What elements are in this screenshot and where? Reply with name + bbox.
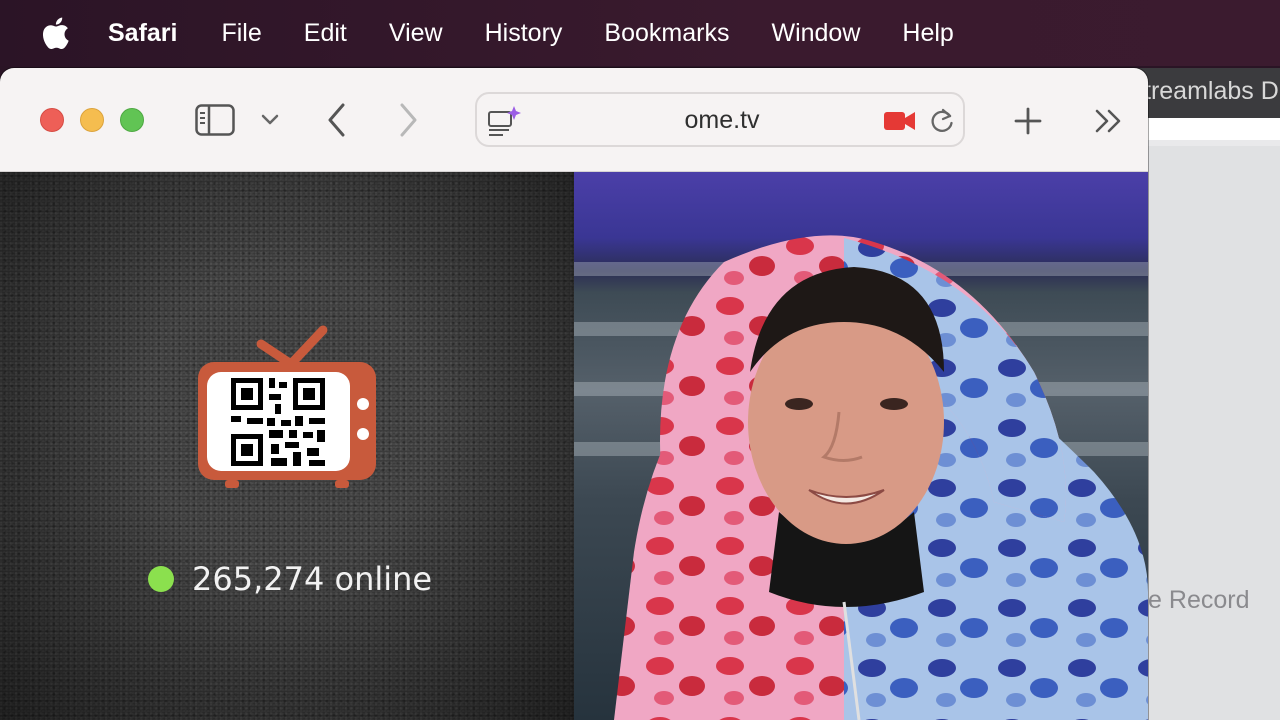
chevron-down-icon[interactable] bbox=[261, 114, 279, 126]
waiting-pane: 265,274 online bbox=[0, 172, 574, 720]
forward-arrow-icon[interactable] bbox=[396, 102, 420, 138]
apple-logo-icon[interactable] bbox=[40, 16, 70, 50]
safari-window: ome.tv 265,274 online bbox=[0, 68, 1148, 720]
new-tab-plus-icon[interactable] bbox=[1014, 107, 1042, 135]
safari-toolbar: ome.tv bbox=[0, 68, 1148, 172]
ometv-tv-logo-icon bbox=[198, 325, 376, 488]
person-in-camo-hoodie bbox=[614, 235, 1148, 720]
menu-bookmarks[interactable]: Bookmarks bbox=[604, 19, 729, 48]
background-window-strip bbox=[1130, 118, 1280, 140]
menu-edit[interactable]: Edit bbox=[304, 19, 347, 48]
reload-icon[interactable] bbox=[929, 107, 955, 135]
zoom-window-button[interactable] bbox=[120, 108, 144, 132]
webcam-video bbox=[574, 172, 1148, 720]
menu-history[interactable]: History bbox=[485, 19, 563, 48]
camera-in-use-icon[interactable] bbox=[883, 110, 917, 132]
menu-window[interactable]: Window bbox=[771, 19, 860, 48]
close-window-button[interactable] bbox=[40, 108, 64, 132]
sidebar-toggle-icon[interactable] bbox=[195, 104, 235, 136]
address-bar[interactable]: ome.tv bbox=[475, 92, 965, 147]
online-count: 265,274 online bbox=[192, 560, 433, 598]
background-window-panel bbox=[1148, 146, 1280, 720]
online-status: 265,274 online bbox=[148, 560, 432, 598]
menu-view[interactable]: View bbox=[389, 19, 443, 48]
online-indicator-dot bbox=[148, 566, 174, 592]
background-window[interactable]: treamlabs D ive Record bbox=[1130, 68, 1280, 720]
menu-file[interactable]: File bbox=[221, 19, 261, 48]
background-window-tab[interactable]: treamlabs D bbox=[1130, 68, 1280, 118]
more-toolbar-items-icon[interactable] bbox=[1094, 108, 1124, 134]
back-arrow-icon[interactable] bbox=[325, 102, 349, 138]
menu-help[interactable]: Help bbox=[902, 19, 953, 48]
menu-app-safari[interactable]: Safari bbox=[108, 19, 177, 48]
minimize-window-button[interactable] bbox=[80, 108, 104, 132]
menu-bar: Safari File Edit View History Bookmarks … bbox=[0, 0, 1280, 66]
